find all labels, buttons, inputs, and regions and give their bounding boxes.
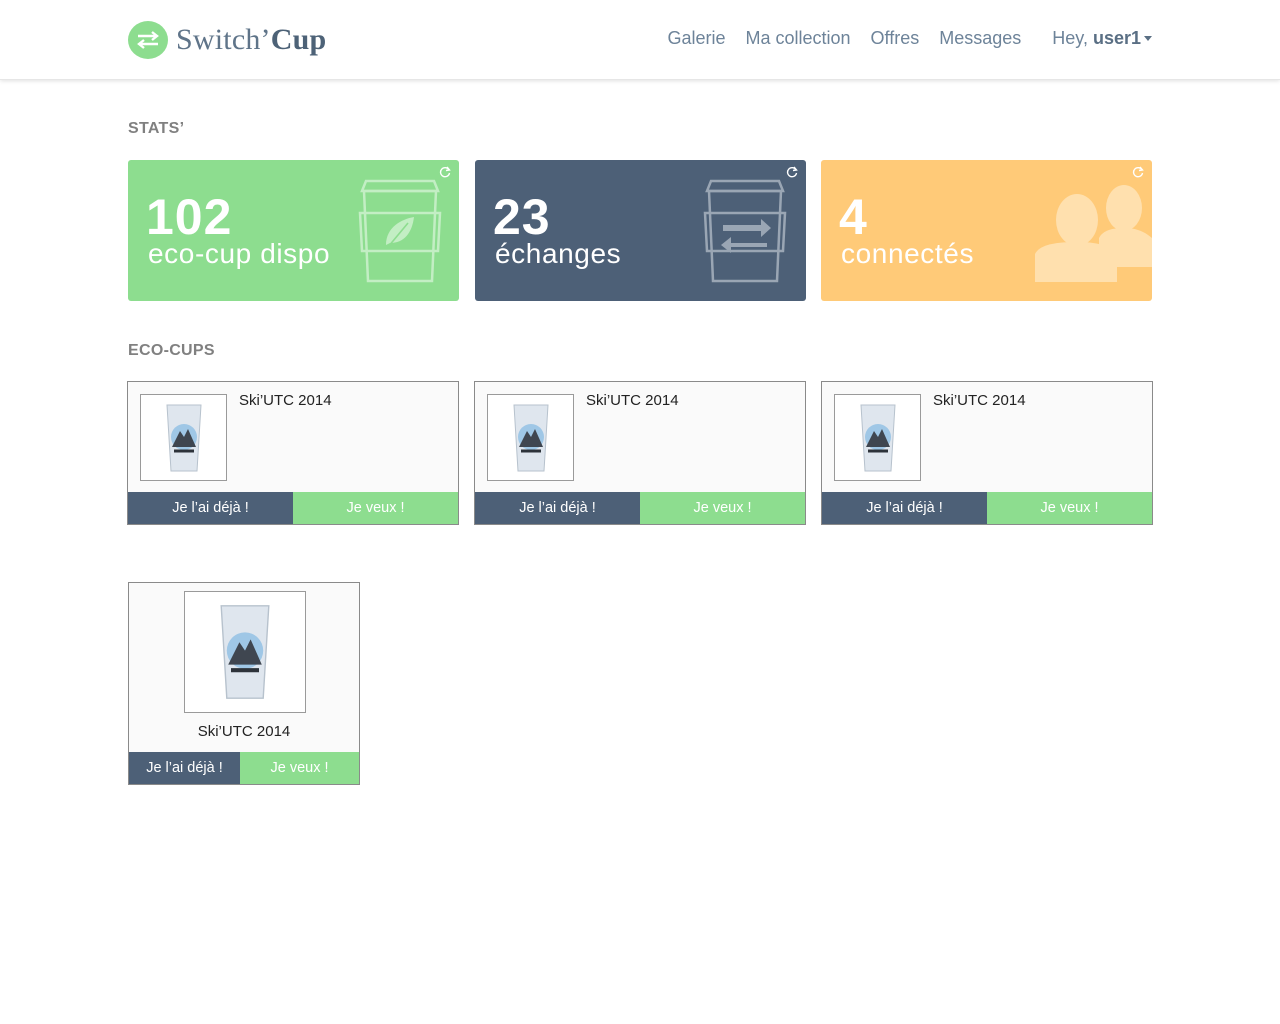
nav-ma-collection[interactable]: Ma collection: [745, 28, 850, 49]
ecocup-picture-icon: [165, 404, 202, 471]
user-menu-dropdown[interactable]: Hey, user1: [1052, 28, 1152, 49]
brand-name: Switch’Cup: [176, 23, 327, 56]
cup-leaf-icon: [358, 179, 442, 283]
ecocup-name: Ski’UTC 2014: [197, 723, 291, 740]
want-button[interactable]: Je veux !: [640, 492, 805, 524]
brand-logo-link[interactable]: Switch’Cup: [128, 21, 326, 59]
switch-arrows-icon: [128, 21, 168, 59]
ecocup-picture-icon: [512, 404, 549, 471]
refresh-icon[interactable]: [1132, 166, 1144, 178]
username: user1: [1092, 28, 1141, 48]
ecocup-card-large[interactable]: Ski’UTC 2014 Je l’ai déjà ! Je veux !: [128, 582, 360, 785]
ecocup-name: Ski’UTC 2014: [933, 392, 1026, 409]
ecocup-image[interactable]: [834, 394, 921, 481]
ecocup-picture-icon: [859, 404, 896, 471]
main-nav: Galerie Ma collection Offres Messages He…: [647, 28, 1152, 49]
stat-label: eco-cup dispo: [148, 238, 331, 269]
want-button[interactable]: Je veux !: [240, 752, 359, 784]
stat-card-exchanges: 23 échanges: [475, 160, 806, 301]
nav-galerie[interactable]: Galerie: [667, 28, 725, 49]
users-icon: [1035, 185, 1152, 282]
ecocup-picture-icon: [220, 605, 270, 699]
cup-exchange-icon: [703, 179, 787, 283]
already-have-button[interactable]: Je l’ai déjà !: [129, 752, 240, 784]
ecocup-name: Ski’UTC 2014: [239, 392, 332, 409]
stats-title: STATS’: [128, 120, 185, 137]
ecocup-card[interactable]: Ski’UTC 2014 Je l’ai déjà ! Je veux !: [127, 381, 459, 525]
caret-down-icon: [1144, 36, 1152, 41]
ecocup-card[interactable]: Ski’UTC 2014 Je l’ai déjà ! Je veux !: [474, 381, 806, 525]
ecocup-image[interactable]: [487, 394, 574, 481]
ecocup-image[interactable]: [140, 394, 227, 481]
want-button[interactable]: Je veux !: [293, 492, 458, 524]
nav-messages[interactable]: Messages: [939, 28, 1021, 49]
ecocup-image[interactable]: [184, 591, 306, 713]
ecocup-name: Ski’UTC 2014: [586, 392, 679, 409]
refresh-icon[interactable]: [786, 166, 798, 178]
ecocup-card[interactable]: Ski’UTC 2014 Je l’ai déjà ! Je veux !: [821, 381, 1153, 525]
already-have-button[interactable]: Je l’ai déjà !: [128, 492, 293, 524]
nav-offres[interactable]: Offres: [871, 28, 920, 49]
greeting-text: Hey,: [1052, 28, 1088, 48]
refresh-icon[interactable]: [439, 166, 451, 178]
stat-card-connected: 4 connectés: [821, 160, 1152, 301]
already-have-button[interactable]: Je l’ai déjà !: [475, 492, 640, 524]
already-have-button[interactable]: Je l’ai déjà !: [822, 492, 987, 524]
ecocups-title: ECO-CUPS: [128, 342, 215, 359]
navbar: Switch’Cup Galerie Ma collection Offres …: [0, 0, 1280, 80]
stat-label: connectés: [841, 238, 975, 269]
stat-label: échanges: [495, 238, 622, 269]
want-button[interactable]: Je veux !: [987, 492, 1152, 524]
stat-card-ecocups: 102 eco-cup dispo: [128, 160, 459, 301]
